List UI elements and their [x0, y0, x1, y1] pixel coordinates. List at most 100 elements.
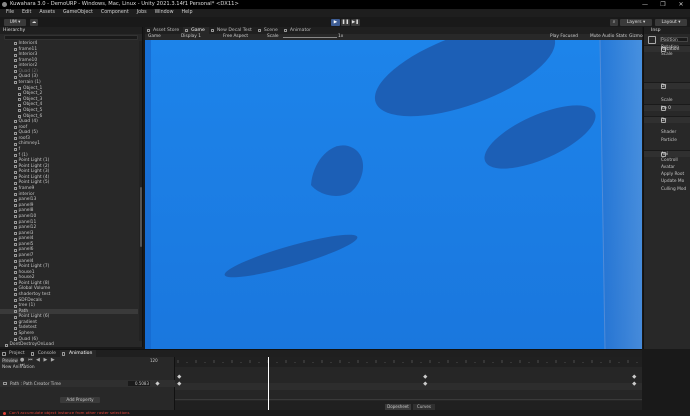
layers-dropdown[interactable]: Layers ▾ — [620, 18, 652, 26]
gameobject-cube-icon — [13, 181, 17, 185]
gameobject-cube-icon — [13, 243, 17, 247]
gameobject-cube-icon — [13, 237, 17, 241]
gameobject-cube-icon — [13, 248, 17, 252]
maximize-button[interactable]: ❐ — [654, 0, 672, 9]
gameobject-cube-icon — [13, 271, 17, 275]
gameobject-cube-icon — [13, 170, 17, 174]
scale-slider[interactable] — [283, 36, 337, 38]
gameobject-cube-icon — [13, 75, 17, 79]
frame-field[interactable]: 120 — [150, 358, 158, 363]
gameobject-cube-icon — [13, 259, 17, 263]
menu-assets[interactable]: Assets — [35, 9, 59, 17]
gameobject-cube-icon — [13, 220, 17, 224]
tab-animator[interactable]: Animator — [282, 27, 315, 34]
hierarchy-tab[interactable]: Hierarchy — [0, 27, 142, 34]
component-header[interactable]: Ite 0 — [644, 104, 690, 111]
inspector-field-label: Scale — [661, 98, 673, 103]
playhead[interactable] — [268, 357, 269, 411]
inspector-tab[interactable]: Insp — [651, 27, 661, 34]
bottom-tabs: Project Console Animation — [0, 350, 642, 357]
inspector-field-label: Culling Mod — [661, 187, 687, 192]
status-bar: Can't accumulate object instance from ot… — [0, 410, 690, 416]
keyframe-rows — [175, 367, 642, 401]
gameobject-cube-icon — [13, 332, 17, 336]
hierarchy-item-label: DontDestroyOnLoad — [9, 342, 54, 347]
cloud-icon[interactable]: ☁ — [30, 18, 38, 26]
gameobject-cube-icon — [4, 343, 8, 347]
transport-controls[interactable]: ● ⏮ ◀ ▶ ▶ ⏭ — [20, 358, 60, 368]
component-header-label: Dr — [661, 118, 667, 123]
tab-animation[interactable]: Animation — [59, 350, 97, 357]
status-message[interactable]: Can't accumulate object instance from ot… — [9, 410, 130, 415]
inspector-field-label: Particle — [661, 138, 677, 143]
preview-button[interactable]: Preview — [2, 358, 18, 363]
animation-icon — [61, 352, 66, 356]
scene-icon — [257, 29, 261, 32]
hierarchy-item[interactable]: DontDestroyOnLoad — [0, 342, 138, 347]
gameobject-cube-icon — [13, 176, 17, 180]
timeline-scrollbar[interactable] — [175, 399, 642, 400]
dopesheet-timeline[interactable]: Dopesheet Curves — [175, 357, 642, 411]
search-icon[interactable]: ⌕ — [610, 18, 618, 26]
menu-component[interactable]: Component — [97, 9, 133, 17]
inspector-panel: Insp RotationDrIte 0DrAniDrFo 1Fo 2Ac 0F… — [643, 27, 690, 349]
component-header[interactable]: Ani — [644, 150, 690, 157]
gameobject-cube-icon — [13, 193, 17, 196]
animator-icon — [283, 29, 287, 32]
component-header[interactable]: Dr — [644, 82, 690, 89]
minimize-button[interactable]: — — [636, 0, 654, 9]
add-property-button[interactable]: Add Property — [60, 397, 100, 403]
tab-asset-store[interactable]: Asset Store — [145, 27, 183, 34]
keyframe-toggle-icon[interactable] — [155, 381, 160, 386]
menu-gameobject[interactable]: GameObject — [59, 9, 97, 17]
pause-button[interactable]: ❚❚ — [341, 18, 350, 26]
step-button[interactable]: ▶❚ — [351, 18, 360, 26]
component-header-label: Ani — [661, 152, 669, 157]
decal-icon — [210, 29, 214, 32]
tab-console[interactable]: Console — [29, 350, 60, 357]
gameobject-cube-icon — [13, 137, 17, 141]
account-dropdown[interactable]: UM ▾ — [4, 18, 26, 26]
gameobject-cube-icon — [13, 226, 17, 230]
property-row[interactable]: Path : Path Creator Time 0.5083 — [0, 380, 175, 387]
hierarchy-search-input[interactable] — [4, 35, 138, 40]
tab-scene[interactable]: Scene — [256, 27, 282, 34]
tab-game[interactable]: Game — [183, 27, 209, 34]
menu-file[interactable]: File — [2, 9, 18, 17]
clip-dropdown[interactable]: New Animation — [2, 365, 35, 370]
gameobject-cube-icon — [13, 131, 17, 135]
menu-edit[interactable]: Edit — [18, 9, 35, 17]
timeline-ruler[interactable] — [175, 358, 642, 363]
play-button[interactable]: ▶ — [331, 18, 340, 26]
animation-panel: Project Console Animation Preview ● ⏮ ◀ … — [0, 349, 642, 411]
gameobject-cube-icon — [13, 148, 17, 152]
game-render[interactable] — [145, 40, 642, 349]
gameobject-cube-icon — [13, 209, 17, 213]
gameobject-cube-icon — [13, 198, 17, 202]
menu-window[interactable]: Window — [151, 9, 178, 17]
gameobject-cube-icon — [13, 120, 17, 124]
tab-new-decal-test[interactable]: New Decal Test — [209, 27, 256, 34]
gameobject-cube-icon — [18, 114, 21, 118]
layout-dropdown[interactable]: Layout ▾ — [655, 18, 687, 26]
hierarchy-scroll-thumb[interactable] — [139, 187, 142, 247]
component-header[interactable]: Dr — [644, 116, 690, 123]
inspector-tab-bar: Insp — [644, 27, 690, 34]
window-controls: — ❐ ✕ — [636, 0, 690, 9]
gameobject-cube-icon — [13, 276, 17, 280]
console-icon — [30, 352, 35, 356]
gameobject-cube-icon — [13, 70, 17, 74]
property-value-field[interactable]: 0.5083 — [128, 381, 150, 386]
gameobject-cube-icon — [13, 298, 17, 302]
hierarchy-panel: Hierarchy Interior4 frame11 Interior3 frame… — [0, 27, 143, 347]
gameobject-icon — [648, 36, 656, 44]
menu-help[interactable]: Help — [178, 9, 197, 17]
gameobject-cube-icon — [18, 87, 21, 91]
inspector-field-label: Scale — [661, 52, 673, 57]
close-button[interactable]: ✕ — [672, 0, 690, 9]
menu-jobs[interactable]: Jobs — [133, 9, 151, 17]
tab-project[interactable]: Project — [0, 350, 29, 357]
rendered-scene — [145, 40, 642, 349]
inspector-field-label: Position — [661, 38, 678, 43]
gameobject-cube-icon — [13, 204, 17, 208]
